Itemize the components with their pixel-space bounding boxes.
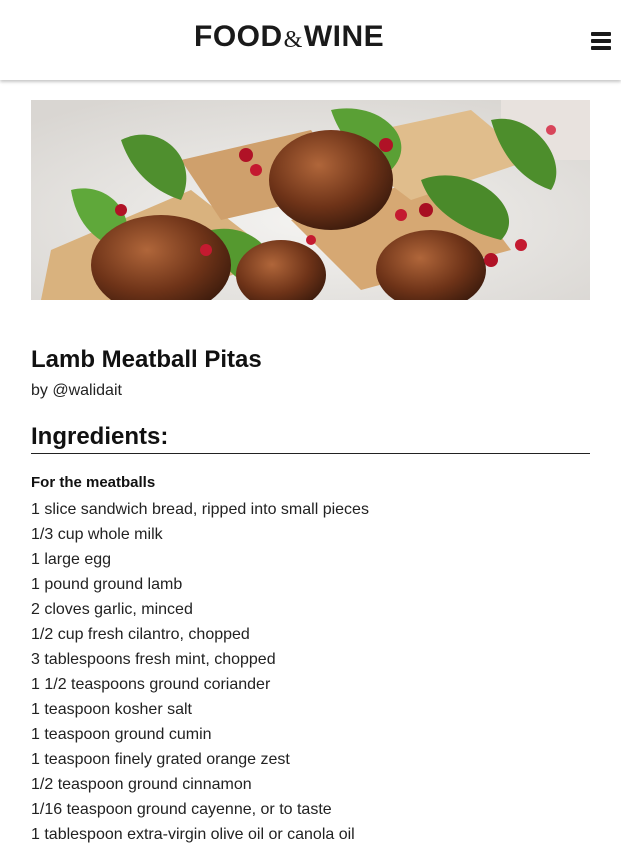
logo-food-text: FOOD bbox=[194, 20, 283, 53]
lamb-meatball-pitas-photo bbox=[31, 100, 590, 300]
ingredient-item: 1 pound ground lamb bbox=[31, 576, 183, 593]
ingredient-item: 1/2 cup fresh cilantro, chopped bbox=[31, 626, 250, 643]
ingredient-item: 1 1/2 teaspoons ground coriander bbox=[31, 676, 271, 693]
ingredient-item: 1/3 cup whole milk bbox=[31, 526, 163, 543]
recipe-hero-image bbox=[31, 100, 590, 300]
ingredients-list: 1 slice sandwich bread, ripped into smal… bbox=[31, 497, 591, 847]
ingredient-item: 1/16 teaspoon ground cayenne, or to tast… bbox=[31, 801, 332, 818]
ingredient-item: 2 cloves garlic, minced bbox=[31, 601, 193, 618]
ingredients-subheading: For the meatballs bbox=[31, 474, 156, 491]
site-header: FOOD & WINE bbox=[0, 0, 621, 80]
logo-ampersand: & bbox=[283, 27, 303, 53]
ingredient-item: 1 teaspoon ground cumin bbox=[31, 726, 212, 743]
menu-bar bbox=[591, 46, 611, 50]
hamburger-menu-icon[interactable] bbox=[590, 30, 612, 50]
menu-bar bbox=[591, 32, 611, 36]
ingredient-item: 1 slice sandwich bread, ripped into smal… bbox=[31, 501, 369, 518]
ingredient-item: 1 large egg bbox=[31, 551, 112, 568]
ingredient-item: 1 tablespoon extra-virgin olive oil or c… bbox=[31, 826, 355, 843]
ingredient-item: 1 teaspoon kosher salt bbox=[31, 701, 192, 718]
menu-bar bbox=[591, 39, 611, 43]
ingredient-item: 1/2 teaspoon ground cinnamon bbox=[31, 776, 252, 793]
logo-wine-text: WINE bbox=[303, 20, 385, 53]
recipe-byline[interactable]: by @walidait bbox=[31, 380, 122, 402]
recipe-title: Lamb Meatball Pitas bbox=[31, 346, 262, 373]
food-and-wine-logo[interactable]: FOOD & WINE bbox=[194, 20, 384, 54]
ingredients-heading: Ingredients: bbox=[31, 423, 169, 450]
ingredient-item: 1 teaspoon finely grated orange zest bbox=[31, 751, 290, 768]
ingredient-item: 3 tablespoons fresh mint, chopped bbox=[31, 651, 276, 668]
heading-divider bbox=[31, 453, 590, 454]
